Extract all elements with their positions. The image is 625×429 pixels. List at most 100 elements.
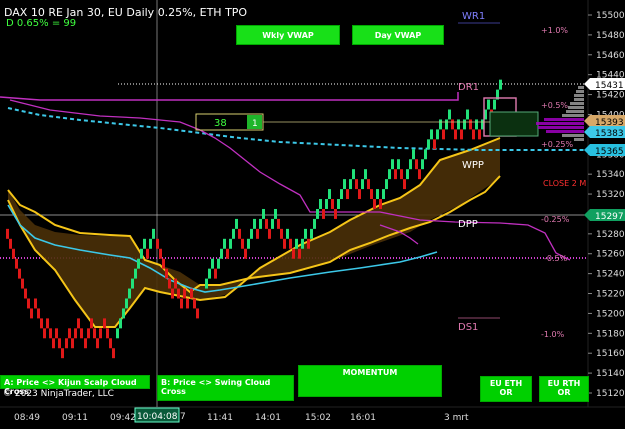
renko-brick-down	[298, 248, 301, 259]
renko-brick-up	[349, 179, 352, 190]
tpo-row	[568, 106, 584, 109]
renko-brick-down	[238, 228, 241, 239]
tpo-row	[536, 122, 584, 125]
renko-brick-up	[487, 99, 490, 110]
renko-brick-down	[52, 338, 55, 349]
swing-cross-button[interactable]: B: Price <> Swing Cloud Cross	[157, 375, 294, 401]
renko-brick-down	[196, 308, 199, 319]
renko-brick-up	[134, 268, 137, 279]
renko-brick-up	[388, 169, 391, 180]
renko-brick-up	[250, 228, 253, 239]
renko-brick-down	[403, 179, 406, 190]
renko-brick-down	[346, 189, 349, 200]
renko-brick-up	[295, 238, 298, 249]
price-axis-label: 15460	[596, 51, 625, 61]
renko-brick-down	[307, 238, 310, 249]
green-range-box	[489, 111, 539, 137]
renko-brick-up	[325, 199, 328, 209]
eu-rth-or-button[interactable]: EU RTH OR	[539, 376, 589, 402]
renko-brick-up	[259, 218, 262, 229]
renko-brick-down	[12, 248, 15, 259]
renko-brick-up	[391, 159, 394, 170]
renko-brick-down	[367, 179, 370, 190]
renko-brick-down	[15, 258, 18, 269]
renko-brick-down	[18, 268, 21, 279]
renko-brick-up	[131, 278, 134, 289]
renko-brick-down	[87, 328, 90, 339]
renko-brick-up	[232, 228, 235, 239]
renko-brick-down	[183, 288, 186, 299]
renko-brick-down	[24, 288, 27, 299]
renko-brick-up	[229, 238, 232, 249]
renko-brick-down	[277, 218, 280, 229]
renko-brick-down	[171, 288, 174, 299]
pct-label-plus1: +1.0%	[541, 26, 568, 35]
renko-brick-down	[21, 278, 24, 289]
renko-brick-down	[226, 248, 229, 259]
renko-brick-down	[292, 248, 295, 259]
renko-brick-down	[65, 338, 68, 349]
renko-brick-down	[174, 278, 177, 289]
renko-brick-up	[457, 119, 460, 130]
price-axis-label: 15500	[596, 11, 625, 21]
renko-brick-down	[460, 129, 463, 140]
renko-brick-down	[331, 199, 334, 209]
price-axis-label: 15200	[596, 309, 625, 319]
renko-brick-down	[90, 318, 93, 329]
renko-brick-up	[412, 149, 415, 160]
eu-eth-or-button[interactable]: EU ETH OR	[480, 376, 532, 402]
day-vwap-button[interactable]: Day VWAP	[352, 25, 444, 45]
renko-brick-up	[262, 208, 265, 219]
tpo-row	[574, 138, 584, 141]
renko-brick-up	[337, 199, 340, 209]
renko-brick-down	[96, 338, 99, 349]
svg-text:15383: 15383	[595, 129, 624, 139]
renko-brick-down	[9, 238, 12, 249]
pct-label-minus025: -0.25%	[541, 215, 570, 224]
renko-brick-up	[140, 248, 143, 259]
renko-brick-up	[448, 109, 451, 120]
renko-brick-up	[406, 169, 409, 180]
price-axis-label: 15120	[596, 389, 625, 399]
tpo-row	[570, 102, 584, 105]
renko-brick-up	[424, 149, 427, 160]
renko-brick-down	[109, 338, 112, 349]
renko-brick-up	[274, 208, 277, 219]
renko-brick-up	[376, 189, 379, 200]
wkly-vwap-button[interactable]: Wkly VWAP	[236, 25, 340, 45]
renko-brick-up	[208, 268, 211, 279]
renko-brick-up	[235, 218, 238, 229]
renko-brick-down	[162, 258, 165, 269]
renko-brick-down	[241, 238, 244, 249]
price-tag-cyan: 15365	[584, 144, 625, 157]
renko-brick-up	[253, 218, 256, 229]
chart-subtitle: D 0.65% = 99	[6, 18, 77, 29]
price-tag-vwap-b: 15383	[584, 126, 625, 139]
renko-brick-up	[271, 218, 274, 229]
kijun-cross-button[interactable]: A: Price <> Kijun Scalp Cloud Cross	[0, 375, 150, 396]
pct-label-plus025: +0.25%	[541, 140, 574, 149]
renko-brick-down	[159, 248, 162, 259]
renko-brick-up	[493, 99, 496, 110]
svg-text:15431: 15431	[595, 81, 624, 91]
renko-brick-up	[313, 218, 316, 229]
pct-label-minus05: -0.5%	[544, 254, 568, 263]
renko-brick-up	[361, 179, 364, 190]
tpo-row	[544, 118, 584, 121]
renko-brick-up	[343, 179, 346, 190]
renko-brick-up	[301, 238, 304, 249]
renko-brick-down	[334, 208, 337, 219]
time-axis-label: 09:11	[62, 413, 88, 423]
renko-brick-up	[316, 208, 319, 219]
pct-label-plus05: +0.5%	[541, 101, 568, 110]
momentum-button[interactable]: MOMENTUM	[298, 365, 442, 397]
renko-brick-up	[205, 278, 208, 289]
renko-brick-up	[427, 139, 430, 150]
renko-brick-down	[472, 129, 475, 140]
renko-brick-down	[177, 288, 180, 299]
renko-brick-up	[152, 228, 155, 239]
renko-brick-down	[84, 338, 87, 349]
price-axis-label: 15260	[596, 250, 625, 260]
price-axis-label: 15140	[596, 369, 625, 379]
price-axis-label: 15480	[596, 31, 625, 41]
